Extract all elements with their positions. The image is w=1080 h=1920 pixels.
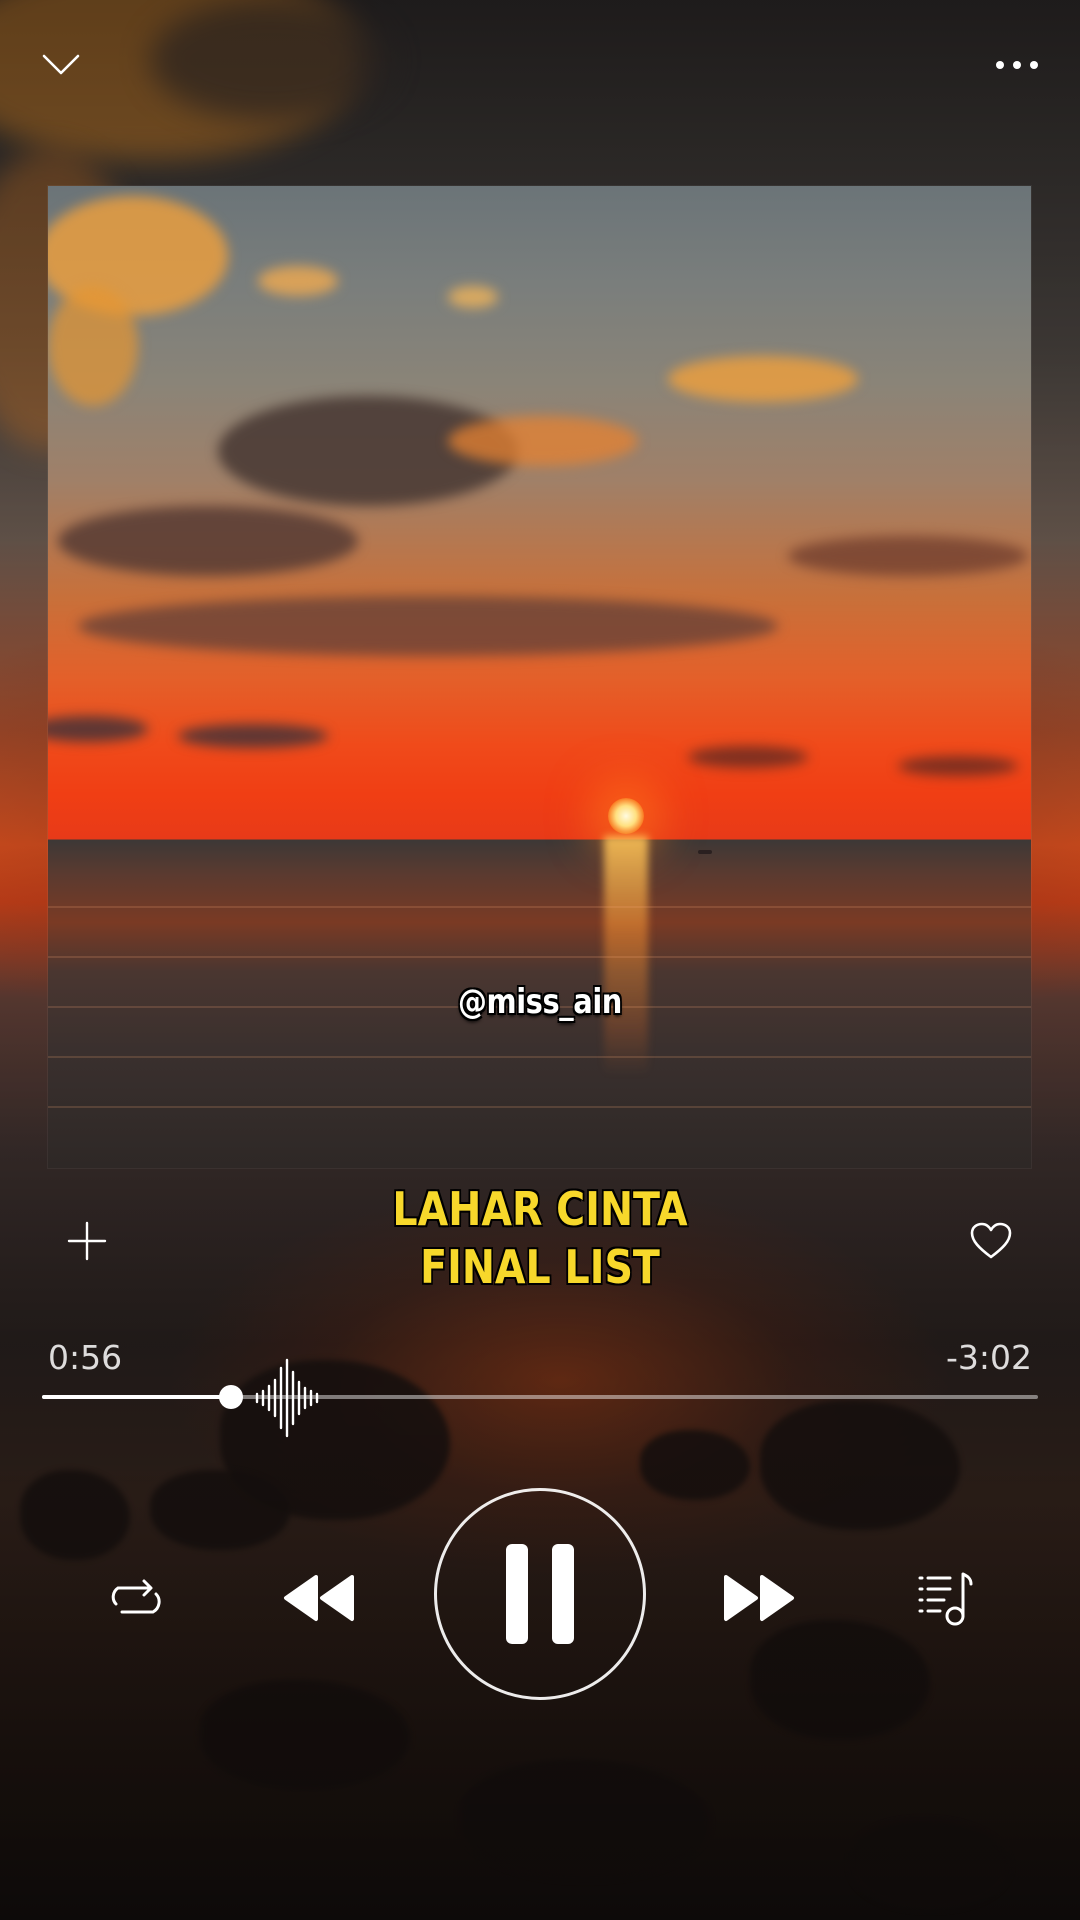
previous-button[interactable] xyxy=(270,1560,366,1636)
heart-icon xyxy=(970,1222,1012,1259)
repeat-button[interactable] xyxy=(98,1560,174,1636)
artwork-watermark: @miss_ain xyxy=(458,982,622,1022)
now-playing-screen: @miss_ain LAHAR CINTA FINAL LIST 0:56 -3… xyxy=(0,0,1080,1920)
playlist-music-icon xyxy=(918,1572,973,1626)
pause-icon xyxy=(506,1544,574,1644)
next-button[interactable] xyxy=(712,1560,808,1636)
repeat-icon xyxy=(111,1579,161,1614)
more-options-button[interactable] xyxy=(980,40,1054,90)
fast-forward-icon xyxy=(724,1575,794,1621)
collapse-button[interactable] xyxy=(28,40,94,90)
favorite-button[interactable] xyxy=(958,1208,1024,1274)
rewind-icon xyxy=(284,1575,354,1621)
chevron-down-icon xyxy=(42,54,80,75)
track-title-line-2: FINAL LIST xyxy=(420,1240,660,1294)
queue-button[interactable] xyxy=(908,1558,984,1638)
play-pause-button[interactable] xyxy=(434,1488,646,1700)
track-title-line-1: LAHAR CINTA xyxy=(392,1182,688,1236)
progress-fill xyxy=(42,1395,232,1399)
add-to-playlist-button[interactable] xyxy=(56,1210,118,1272)
plus-icon xyxy=(67,1221,107,1261)
more-horizontal-icon xyxy=(996,61,1038,69)
elapsed-time: 0:56 xyxy=(48,1338,123,1377)
boat xyxy=(698,850,712,854)
sun xyxy=(608,798,644,834)
audio-waveform-icon xyxy=(255,1358,319,1438)
remaining-time: -3:02 xyxy=(945,1338,1032,1377)
progress-slider[interactable] xyxy=(42,1385,1038,1409)
track-title: LAHAR CINTA FINAL LIST xyxy=(140,1180,940,1296)
